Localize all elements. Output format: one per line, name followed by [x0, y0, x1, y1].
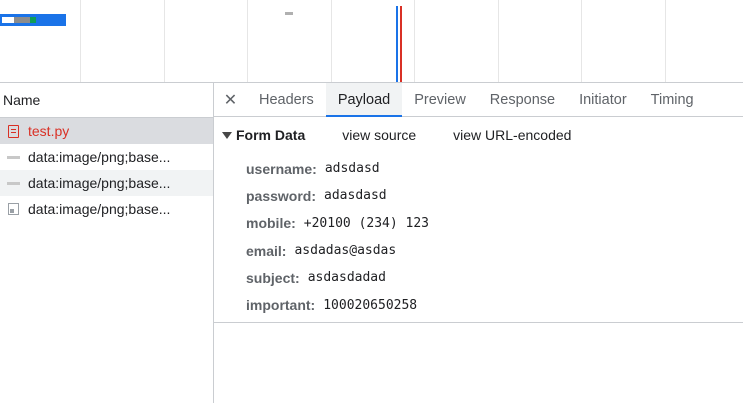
- request-row[interactable]: data:image/png;base...: [0, 144, 213, 170]
- tab-preview[interactable]: Preview: [402, 83, 478, 116]
- overview-bar-waiting: [14, 17, 30, 23]
- name-column-header[interactable]: Name: [0, 83, 213, 118]
- overview-request-bar: [0, 14, 66, 26]
- form-field-row: mobile: +20100 (234) 123: [246, 210, 429, 237]
- image-dash-icon: [6, 150, 20, 164]
- overview-grid-line: [414, 0, 415, 82]
- request-row[interactable]: data:image/png;base...: [0, 196, 213, 222]
- overview-bar-download: [30, 17, 36, 23]
- overview-grid-line: [247, 0, 248, 82]
- tab-response[interactable]: Response: [478, 83, 567, 116]
- form-data-title: Form Data: [236, 127, 306, 143]
- overview-load-marker: [400, 6, 402, 82]
- payload-pane: Form Data view source view URL-encoded u…: [214, 117, 743, 323]
- form-field-value: +20100 (234) 123: [303, 215, 430, 231]
- tab-initiator[interactable]: Initiator: [567, 83, 639, 116]
- network-overview[interactable]: [0, 0, 743, 82]
- overview-grid-line: [80, 0, 81, 82]
- form-field-key: password:: [246, 187, 317, 204]
- overview-domcontentloaded-marker: [396, 6, 398, 82]
- overview-bar-queue: [2, 17, 14, 23]
- tab-payload[interactable]: Payload: [325, 83, 403, 117]
- request-row[interactable]: test.py: [0, 118, 213, 144]
- form-field-key: email:: [246, 242, 287, 259]
- request-name: data:image/png;base...: [28, 201, 171, 217]
- request-row[interactable]: data:image/png;base...: [0, 170, 213, 196]
- overview-grid-line: [331, 0, 332, 82]
- image-icon: [6, 202, 20, 216]
- request-list: Name test.py data:image/png;base... data…: [0, 83, 214, 403]
- overview-grid-line: [164, 0, 165, 82]
- form-field-row: important: 100020650258: [246, 291, 429, 318]
- form-field-value: 100020650258: [323, 297, 418, 313]
- form-field-value: asdadas@asdas: [294, 243, 397, 259]
- request-name: data:image/png;base...: [28, 149, 171, 165]
- tab-timing[interactable]: Timing: [639, 83, 706, 116]
- form-field-value: asdasdadad: [307, 270, 386, 286]
- form-field-row: email: asdadas@asdas: [246, 237, 429, 264]
- overview-grid-line: [498, 0, 499, 82]
- form-field-key: important:: [246, 297, 316, 314]
- form-data-header[interactable]: Form Data view source view URL-encoded: [222, 127, 571, 143]
- form-data-fields: username: adsdasd password: adasdasd mob…: [246, 155, 429, 319]
- expand-triangle-icon[interactable]: [222, 131, 232, 139]
- view-url-encoded-link[interactable]: view URL-encoded: [453, 127, 571, 143]
- overview-small-request: [285, 12, 293, 15]
- form-field-key: subject:: [246, 269, 300, 286]
- request-name: data:image/png;base...: [28, 175, 171, 191]
- request-name: test.py: [28, 123, 70, 139]
- form-field-row: subject: asdasdadad: [246, 264, 429, 291]
- form-field-row: password: adasdasd: [246, 182, 429, 209]
- tab-headers[interactable]: Headers: [247, 83, 326, 116]
- image-dash-icon: [6, 176, 20, 190]
- form-field-row: username: adsdasd: [246, 155, 429, 182]
- form-field-key: mobile:: [246, 215, 296, 232]
- network-panel: Name test.py data:image/png;base... data…: [0, 82, 743, 403]
- document-icon: [6, 124, 20, 138]
- overview-grid-line: [665, 0, 666, 82]
- view-source-link[interactable]: view source: [342, 127, 416, 143]
- overview-grid-line: [581, 0, 582, 82]
- form-field-key: username:: [246, 160, 317, 177]
- form-field-value: adsdasd: [324, 161, 380, 177]
- close-icon[interactable]: ✕: [214, 83, 247, 116]
- details-tabbar: ✕ Headers Payload Preview Response Initi…: [214, 83, 743, 117]
- request-details: ✕ Headers Payload Preview Response Initi…: [214, 83, 743, 403]
- form-field-value: adasdasd: [324, 188, 387, 204]
